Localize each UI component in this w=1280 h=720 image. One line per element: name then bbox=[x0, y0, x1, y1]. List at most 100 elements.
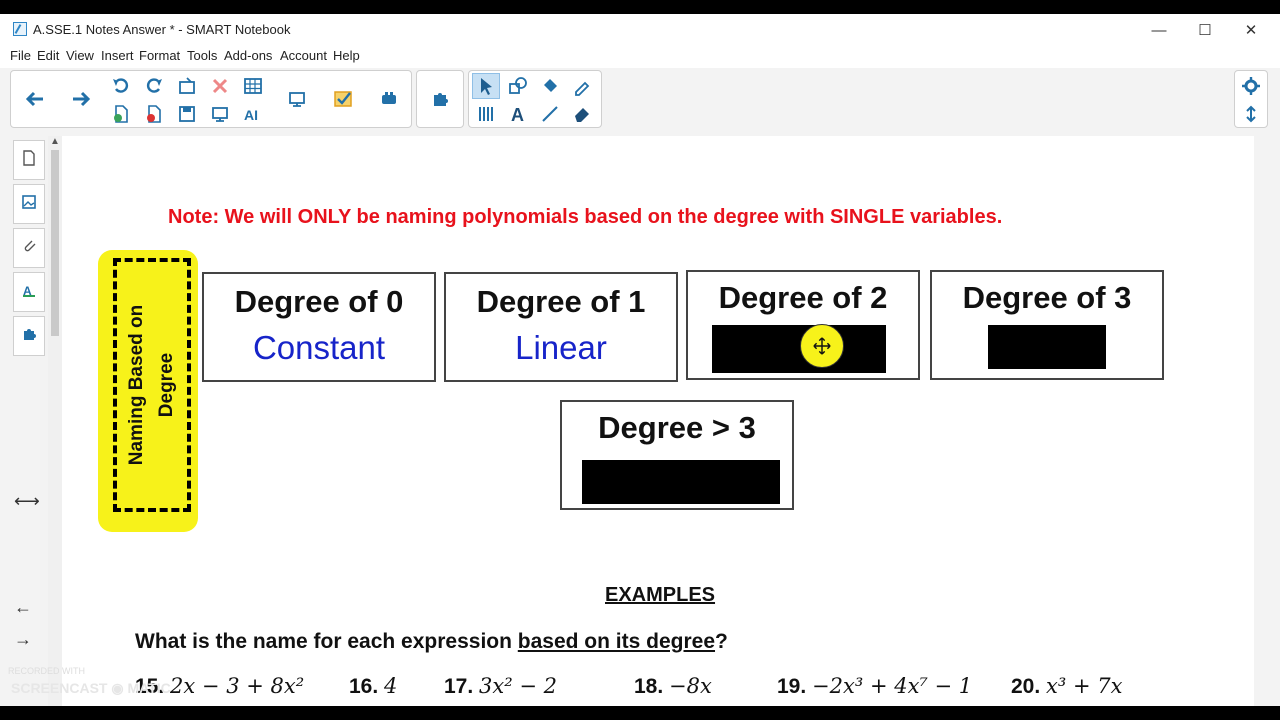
menu-edit[interactable]: Edit bbox=[37, 48, 59, 63]
example-16: 16. 4 bbox=[349, 674, 397, 699]
examples-heading: EXAMPLES bbox=[605, 584, 716, 606]
line-icon[interactable] bbox=[536, 101, 564, 127]
notebook-page[interactable]: Note: We will ONLY be naming polynomials… bbox=[62, 136, 1254, 706]
menu-help[interactable]: Help bbox=[333, 48, 360, 63]
degree-0-name: Constant bbox=[252, 329, 386, 366]
next-page-icon[interactable]: → bbox=[14, 630, 32, 648]
degree-1-name: Linear bbox=[515, 329, 607, 366]
page-sorter-icon bbox=[20, 149, 38, 172]
example-expression: −8x bbox=[669, 674, 712, 698]
degree-2-box[interactable]: Degree of 2 bbox=[686, 270, 920, 380]
forward-arrow-icon[interactable] bbox=[61, 79, 101, 119]
note-text: Note: We will ONLY be naming polynomials… bbox=[168, 206, 1003, 228]
watermark-line1: RECORDED WITH bbox=[8, 666, 85, 676]
save-icon[interactable] bbox=[173, 101, 201, 127]
eraser-icon[interactable] bbox=[568, 101, 596, 127]
example-number: 18. bbox=[634, 675, 664, 698]
example-number: 17. bbox=[444, 675, 474, 698]
remove-page-icon[interactable] bbox=[140, 101, 168, 127]
example-expression: −2x³ + 4x⁷ − 1 bbox=[812, 674, 973, 698]
attachments-tab[interactable] bbox=[13, 228, 45, 268]
degree-1-box[interactable]: Degree of 1 Linear bbox=[444, 272, 678, 382]
degree-3-box[interactable]: Degree of 3 bbox=[930, 270, 1164, 380]
move-toolbar-icon[interactable] bbox=[1237, 101, 1265, 127]
shapes-icon[interactable] bbox=[504, 73, 532, 99]
example-expression: 4 bbox=[384, 674, 398, 698]
tools-group: A bbox=[468, 70, 602, 128]
redo-icon[interactable] bbox=[140, 73, 168, 99]
text-icon[interactable]: A bbox=[504, 101, 532, 127]
degree-0-title: Degree of 0 bbox=[234, 284, 404, 319]
add-page-icon[interactable] bbox=[107, 101, 135, 127]
naming-label-line1: Naming Based on bbox=[126, 304, 147, 466]
question-part-1: What is the name for each expression bbox=[135, 630, 518, 653]
previous-page-icon[interactable]: ← bbox=[14, 598, 32, 616]
right-toolbar-group bbox=[1234, 70, 1268, 128]
add-ons-tab[interactable] bbox=[13, 316, 45, 356]
degree-1-title: Degree of 1 bbox=[476, 284, 646, 319]
gallery-icon bbox=[20, 193, 38, 216]
properties-icon: A bbox=[20, 281, 38, 304]
maximize-button[interactable]: ☐ bbox=[1182, 14, 1228, 46]
add-ons-icon bbox=[20, 325, 38, 348]
response-icon[interactable] bbox=[323, 79, 363, 119]
display-icon[interactable] bbox=[277, 79, 317, 119]
page-sorter-tab[interactable] bbox=[13, 140, 45, 180]
svg-text:AI: AI bbox=[244, 107, 258, 123]
settings-icon[interactable] bbox=[1237, 73, 1265, 99]
degree-0-box[interactable]: Degree of 0 Constant bbox=[202, 272, 436, 382]
example-number: 19. bbox=[777, 675, 807, 698]
menu-insert[interactable]: Insert bbox=[101, 48, 134, 63]
degree-gt3-title: Degree > 3 bbox=[598, 410, 756, 445]
degree-gt3-answer-cover[interactable] bbox=[582, 460, 780, 504]
delete-icon[interactable] bbox=[206, 73, 234, 99]
toolbar: AI A bbox=[0, 68, 1280, 136]
example-number: 16. bbox=[349, 675, 379, 698]
gallery-tab[interactable] bbox=[13, 184, 45, 224]
properties-tab[interactable]: A bbox=[13, 272, 45, 312]
naming-label-line2: Degree bbox=[156, 352, 177, 418]
smart-lab-icon[interactable] bbox=[369, 79, 409, 119]
menu-account[interactable]: Account bbox=[280, 48, 327, 63]
close-button[interactable]: ✕ bbox=[1228, 14, 1274, 46]
screen-shade-icon[interactable] bbox=[206, 101, 234, 127]
menu-add-ons[interactable]: Add-ons bbox=[224, 48, 272, 63]
question-part-3: ? bbox=[715, 630, 728, 653]
back-arrow-icon[interactable] bbox=[15, 79, 55, 119]
window-title: A.SSE.1 Notes Answer * - SMART Notebook bbox=[33, 22, 291, 37]
question-part-2: based on its degree bbox=[517, 630, 716, 653]
watermark-line2: SCREENCAST ◉ MATIC bbox=[11, 680, 171, 696]
resize-sidebar-icon[interactable]: ⟷ bbox=[14, 492, 40, 510]
menu-file[interactable]: File bbox=[10, 48, 31, 63]
degree-2-answer-cover[interactable] bbox=[712, 325, 886, 373]
move-cursor-icon bbox=[800, 324, 844, 368]
title-bar: A.SSE.1 Notes Answer * - SMART Notebook … bbox=[0, 14, 1280, 46]
minimize-button[interactable]: — bbox=[1136, 14, 1182, 46]
magic-pen-icon[interactable] bbox=[568, 73, 596, 99]
open-file-icon[interactable] bbox=[173, 73, 201, 99]
fill-icon[interactable] bbox=[536, 73, 564, 99]
example-18: 18. −8x bbox=[634, 674, 712, 699]
add-ons-icon[interactable] bbox=[420, 79, 460, 119]
naming-label: Naming Based on Degree bbox=[122, 305, 182, 465]
measurement-icon[interactable] bbox=[472, 101, 500, 127]
attachments-icon bbox=[20, 237, 38, 260]
scroll-up-icon[interactable]: ▲ bbox=[50, 136, 60, 147]
degree-gt3-box[interactable]: Degree > 3 bbox=[560, 400, 794, 510]
sidebar-scrollbar[interactable]: ▲ bbox=[48, 136, 62, 706]
example-expression: 2x − 3 + 8x² bbox=[170, 674, 305, 698]
example-19: 19. −2x³ + 4x⁷ − 1 bbox=[777, 674, 972, 699]
select-icon[interactable] bbox=[472, 73, 500, 99]
scroll-thumb[interactable] bbox=[51, 150, 59, 336]
degree-3-answer-cover[interactable] bbox=[988, 325, 1106, 369]
degree-2-title: Degree of 2 bbox=[718, 280, 888, 315]
table-icon[interactable] bbox=[239, 73, 267, 99]
example-expression: x³ + 7x bbox=[1046, 674, 1123, 698]
menu-format[interactable]: Format bbox=[139, 48, 180, 63]
examples-question: What is the name for each expression bas… bbox=[135, 630, 728, 654]
menu-tools[interactable]: Tools bbox=[187, 48, 217, 63]
text-format-icon[interactable]: AI bbox=[239, 101, 267, 127]
example-expression: 3x² − 2 bbox=[479, 674, 557, 698]
menu-view[interactable]: View bbox=[66, 48, 94, 63]
undo-icon[interactable] bbox=[107, 73, 135, 99]
